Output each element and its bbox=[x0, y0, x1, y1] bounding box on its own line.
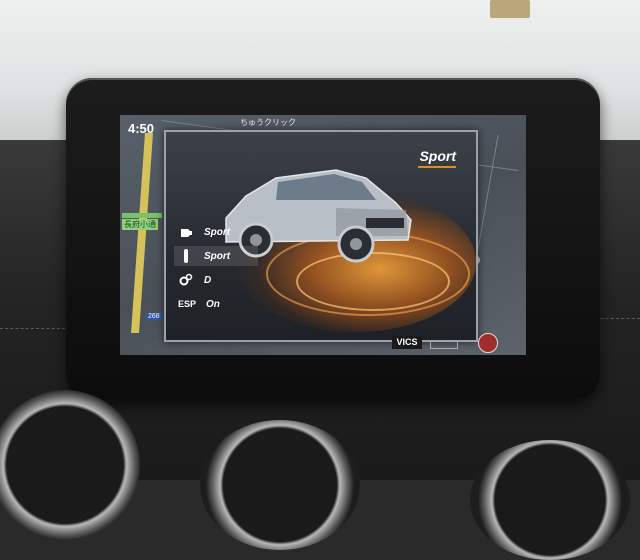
esp-icon: ESP bbox=[178, 299, 197, 309]
title-underline bbox=[418, 166, 456, 168]
mode-row-transmission[interactable]: D bbox=[178, 270, 211, 290]
compass-icon[interactable] bbox=[478, 333, 498, 353]
map-road-main bbox=[131, 133, 153, 333]
map-label-left: 長府小通 bbox=[122, 219, 158, 230]
mode-value-transmission: D bbox=[204, 274, 212, 286]
clock: 4:50 bbox=[128, 121, 155, 136]
mode-row-esp[interactable]: ESP On bbox=[178, 294, 220, 314]
infotainment-screen[interactable]: ちゅうクリック 長府小通 268 4:50 Sport Sport Sport … bbox=[120, 115, 526, 355]
air-vent-left[interactable] bbox=[0, 390, 140, 540]
dynamic-select-panel[interactable]: Sport Sport Sport D ESP On bbox=[164, 130, 478, 342]
drive-mode-title: Sport bbox=[419, 148, 456, 164]
map-label-top: ちゅうクリック bbox=[240, 118, 296, 127]
mode-value-engine: Sport bbox=[204, 226, 231, 238]
dash-stitching-left bbox=[0, 328, 70, 330]
transmission-gears-icon bbox=[178, 272, 194, 288]
route-number-badge: 268 bbox=[146, 313, 162, 320]
mode-value-suspension: Sport bbox=[204, 250, 231, 262]
mirror-mount bbox=[490, 0, 530, 18]
air-vent-center[interactable] bbox=[200, 420, 360, 550]
suspension-icon bbox=[178, 248, 194, 264]
engine-icon bbox=[178, 224, 194, 240]
vics-indicator: VICS bbox=[392, 336, 422, 349]
mode-row-engine[interactable]: Sport bbox=[178, 222, 230, 242]
air-vent-right[interactable] bbox=[470, 440, 630, 560]
mode-row-suspension[interactable]: Sport bbox=[174, 246, 258, 266]
mode-value-esp: On bbox=[206, 298, 220, 310]
signal-strength-icon bbox=[430, 341, 458, 349]
map-road-cross bbox=[122, 213, 162, 218]
